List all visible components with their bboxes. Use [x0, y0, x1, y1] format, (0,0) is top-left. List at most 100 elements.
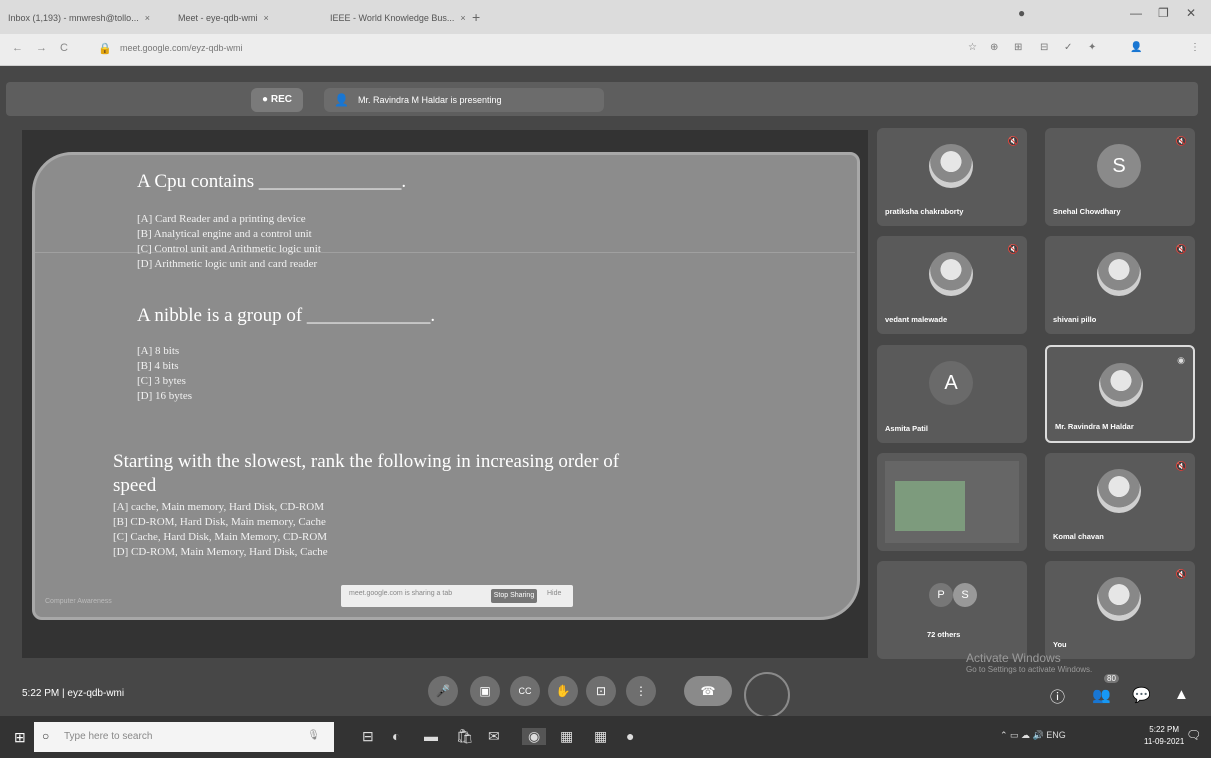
close-icon[interactable]: × — [264, 13, 269, 23]
file-explorer-icon[interactable]: ▬ — [424, 728, 438, 744]
end-call-button[interactable]: ☎ — [684, 676, 732, 706]
participant-name: Mr. Ravindra M Haldar — [1055, 422, 1134, 431]
app-icon[interactable]: ▦ — [560, 728, 573, 745]
task-view-icon[interactable]: ⊟ — [362, 728, 374, 745]
browser-tab-meet[interactable]: Meet - eye-qdb-wmi × — [178, 8, 318, 28]
participant-tile[interactable]: 🔇 Komal chavan — [1045, 453, 1195, 551]
tab-label: Inbox (1,193) - mnwresh@tollo... — [8, 13, 139, 23]
account-icon[interactable]: 👤 — [1130, 42, 1142, 53]
extension-icon[interactable]: ⊞ — [1014, 42, 1022, 53]
avatar: S — [1097, 144, 1141, 188]
sharing-bar: meet.google.com is sharing a tab Stop Sh… — [341, 585, 573, 607]
participant-tile[interactable]: 🔇 pratiksha chakraborty — [877, 128, 1027, 226]
mic-off-icon: 🔇 — [1007, 244, 1019, 254]
windows-start-icon[interactable]: ⊞ — [14, 729, 26, 746]
option-1d: [D] Arithmetic logic unit and card reade… — [137, 258, 318, 270]
avatar: P — [929, 583, 953, 607]
participant-name: pratiksha chakraborty — [885, 207, 964, 216]
extension-icon[interactable]: ✦ — [1088, 42, 1096, 53]
activate-title: Activate Windows — [966, 651, 1061, 665]
search-icon: ○ — [42, 729, 50, 743]
chat-button[interactable]: 💬 — [1132, 686, 1151, 704]
browser-tab-inbox[interactable]: Inbox (1,193) - mnwresh@tollo... × — [8, 8, 158, 28]
forward-icon[interactable]: → — [36, 42, 47, 54]
extension-icon[interactable]: ⊕ — [990, 42, 998, 53]
app-icon[interactable]: ▦ — [594, 728, 607, 745]
participant-name: 72 others — [927, 630, 961, 639]
back-icon[interactable]: ← — [12, 42, 23, 54]
presenting-text: Mr. Ravindra M Haldar is presenting — [358, 95, 502, 105]
avatar — [1097, 252, 1141, 296]
participant-tile[interactable]: 🔇 vedant malewade — [877, 236, 1027, 334]
participant-tile-presenter[interactable]: ◉ Mr. Ravindra M Haldar — [1045, 345, 1195, 443]
avatar — [929, 144, 973, 188]
mic-off-icon: 🔇 — [1175, 244, 1187, 254]
meeting-code: eyz-qdb-wmi — [67, 688, 125, 699]
captions-button[interactable]: CC — [510, 676, 540, 706]
minimize-button[interactable]: — — [1130, 6, 1142, 20]
option-2b: [B] 4 bits — [137, 360, 179, 372]
option-3a: [A] cache, Main memory, Hard Disk, CD-RO… — [113, 501, 324, 513]
chrome-icon[interactable]: ◉ — [522, 728, 547, 745]
notification-icon[interactable]: 🗨 — [1186, 728, 1201, 742]
reload-icon[interactable]: C — [60, 42, 68, 54]
participant-name: You — [1053, 640, 1067, 649]
mail-icon[interactable]: ✉ — [488, 728, 500, 745]
camera-button[interactable]: ▣ — [470, 676, 500, 706]
participant-tile[interactable]: 🔇 shivani pillo — [1045, 236, 1195, 334]
option-1a: [A] Card Reader and a printing device — [137, 213, 306, 225]
app-icon[interactable]: ● — [626, 728, 634, 744]
question-3-line-1: Starting with the slowest, rank the foll… — [113, 451, 620, 472]
mic-button[interactable]: 🎤 — [428, 676, 458, 706]
screen-thumbnail — [885, 461, 1019, 543]
activities-button[interactable]: ▲ — [1174, 686, 1189, 703]
clock-date: 11-09-2021 — [1144, 737, 1185, 746]
system-tray[interactable]: ⌃ ▭ ☁ 🔊 ENG — [1000, 730, 1066, 741]
activate-subtitle: Go to Settings to activate Windows. — [966, 665, 1093, 674]
participant-name: vedant malewade — [885, 315, 948, 324]
extension-icon[interactable]: ⊟ — [1040, 42, 1048, 53]
new-tab-button[interactable]: + — [472, 8, 480, 26]
raise-hand-button[interactable]: ✋ — [548, 676, 578, 706]
present-button[interactable]: ⊡ — [586, 676, 616, 706]
taskbar-search-input[interactable]: ○ Type here to search 🎙 — [34, 722, 334, 752]
mic-off-icon: 🔇 — [1175, 461, 1187, 471]
close-window-button[interactable]: ✕ — [1186, 6, 1196, 20]
clock[interactable]: 5:22 PM 11-09-2021 — [1144, 724, 1184, 748]
menu-icon[interactable]: ⋮ — [1190, 42, 1200, 53]
sharing-text: meet.google.com is sharing a tab — [349, 590, 453, 597]
people-button[interactable]: 👥 — [1092, 686, 1111, 704]
edge-icon[interactable]: ◐ — [392, 728, 400, 744]
speaking-icon: ◉ — [1177, 355, 1185, 365]
participant-tile[interactable]: A Asmita Patil — [877, 345, 1027, 443]
lock-icon: 🔒 — [98, 43, 112, 55]
star-icon[interactable]: ☆ — [968, 42, 977, 53]
meet-window: ● REC 👤 Mr. Ravindra M Haldar is present… — [0, 66, 1211, 718]
self-tile[interactable]: 🔇 You — [1045, 561, 1195, 659]
avatar — [1097, 469, 1141, 513]
mic-off-icon: 🔇 — [1175, 136, 1187, 146]
maximize-button[interactable]: ❐ — [1158, 6, 1169, 20]
url-input[interactable]: meet.google.com/eyz-qdb-wmi — [120, 43, 243, 53]
info-button[interactable]: ⓘ — [1050, 686, 1065, 707]
more-options-button[interactable]: ⋮ — [626, 676, 656, 706]
tab-label: IEEE - World Knowledge Bus... — [330, 13, 455, 23]
activate-windows-watermark: Activate Windows Go to Settings to activ… — [966, 652, 1092, 676]
question-3: Starting with the slowest, rank the foll… — [113, 450, 619, 498]
browser-tab-ieee[interactable]: IEEE - World Knowledge Bus... × — [330, 8, 465, 28]
slide-footer: Computer Awareness — [45, 598, 112, 605]
store-icon[interactable]: 🛍 — [456, 728, 474, 745]
stop-sharing-button[interactable]: Stop Sharing — [491, 589, 537, 603]
question-3-line-2: speed — [113, 475, 157, 496]
hide-button[interactable]: Hide — [547, 590, 561, 597]
mic-off-icon: 🔇 — [1007, 136, 1019, 146]
others-tile[interactable]: P S 72 others — [877, 561, 1027, 659]
close-icon[interactable]: × — [145, 13, 150, 23]
meeting-info: 5:22 PM | eyz-qdb-wmi — [22, 688, 124, 699]
participant-tile[interactable]: S 🔇 Snehal Chowdhary — [1045, 128, 1195, 226]
extension-icon[interactable]: ✓ — [1064, 42, 1072, 53]
microphone-icon[interactable]: 🎙 — [307, 730, 320, 741]
profile-icon[interactable]: ● — [1018, 6, 1025, 20]
presentation-thumbnail-tile[interactable] — [877, 453, 1027, 551]
close-icon[interactable]: × — [460, 13, 465, 23]
